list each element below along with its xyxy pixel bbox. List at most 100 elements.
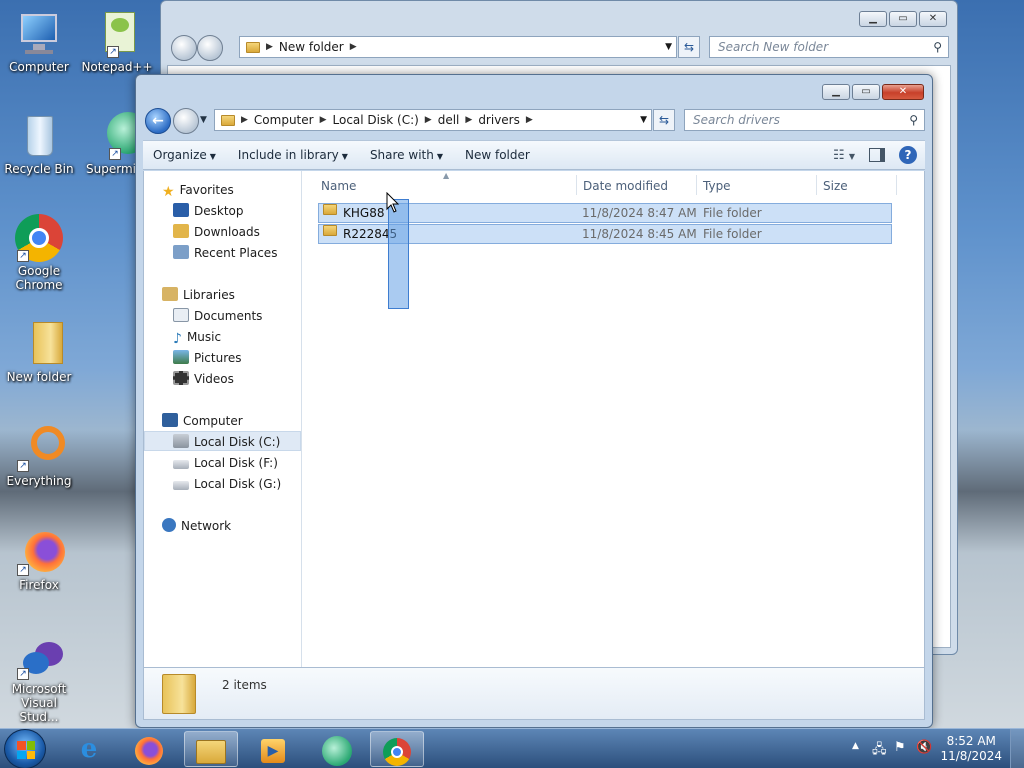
desktop-icon-new-folder[interactable]: New folder bbox=[0, 320, 78, 384]
network-tray-icon[interactable]: 🖧 bbox=[872, 740, 887, 762]
maximize-button[interactable]: ▭ bbox=[852, 84, 880, 100]
downloads-icon bbox=[173, 224, 189, 238]
help-icon[interactable]: ? bbox=[899, 146, 917, 164]
explorer-body: ★ Favorites Desktop Downloads Recent Plac… bbox=[143, 171, 925, 667]
taskbar-media-player[interactable]: ▶ bbox=[246, 731, 300, 767]
organize-button[interactable]: Organize ▼ bbox=[143, 148, 224, 162]
column-separator[interactable] bbox=[896, 175, 897, 195]
clock-time: 8:52 AM bbox=[946, 734, 996, 748]
taskbar-internet-explorer[interactable]: e bbox=[62, 731, 116, 767]
desktop-icon-computer[interactable]: Computer bbox=[0, 10, 78, 74]
breadcrumb-computer[interactable]: Computer bbox=[254, 113, 314, 127]
back-button[interactable]: ← bbox=[145, 108, 171, 134]
desktop-icon-visual-studio[interactable]: ↗ Microsoft Visual Stud... bbox=[0, 640, 78, 724]
column-separator[interactable] bbox=[816, 175, 817, 195]
search-icon: ⚲ bbox=[933, 40, 942, 54]
column-separator[interactable] bbox=[576, 175, 577, 195]
taskbar-supermium[interactable] bbox=[310, 731, 364, 767]
close-button[interactable]: ✕ bbox=[919, 11, 947, 27]
desktop-icon-label: Google Chrome bbox=[15, 264, 63, 292]
column-header-type[interactable]: Type bbox=[703, 179, 731, 193]
search-input[interactable]: Search drivers ⚲ bbox=[684, 109, 925, 131]
back-button[interactable] bbox=[171, 35, 197, 61]
chevron-right-icon: ▶ bbox=[424, 115, 432, 125]
column-header-name[interactable]: Name bbox=[321, 179, 356, 193]
chevron-down-icon[interactable]: ▼ bbox=[640, 115, 647, 125]
address-bar[interactable]: ▶ Computer ▶ Local Disk (C:) ▶ dell ▶ dr… bbox=[214, 109, 652, 131]
recent-pages-dropdown[interactable]: ▼ bbox=[200, 115, 207, 125]
windows-explorer-icon bbox=[196, 739, 226, 764]
show-desktop-button[interactable] bbox=[1010, 729, 1024, 768]
network-icon bbox=[162, 518, 176, 532]
column-header-size[interactable]: Size bbox=[823, 179, 848, 193]
clock[interactable]: 8:52 AM 11/8/2024 bbox=[940, 734, 1002, 764]
file-date: 11/8/2024 8:45 AM bbox=[582, 227, 697, 241]
breadcrumb-dell[interactable]: dell bbox=[438, 113, 460, 127]
chevron-down-icon: ▼ bbox=[209, 152, 216, 161]
libraries-icon bbox=[162, 287, 178, 301]
chevron-down-icon[interactable]: ▼ bbox=[665, 42, 672, 52]
breadcrumb-local-disk-c[interactable]: Local Disk (C:) bbox=[333, 113, 419, 127]
firefox-icon bbox=[135, 736, 163, 765]
address-bar[interactable]: ▶ New folder ▶ ▼ bbox=[239, 36, 677, 58]
column-separator[interactable] bbox=[696, 175, 697, 195]
pictures-icon bbox=[173, 350, 189, 364]
command-bar: Organize ▼ Include in library ▼ Share with… bbox=[143, 140, 925, 170]
breadcrumb-drivers[interactable]: drivers bbox=[478, 113, 520, 127]
action-center-flag-icon[interactable]: ⚑ bbox=[894, 740, 906, 755]
forward-button[interactable] bbox=[173, 108, 199, 134]
new-folder-button[interactable]: New folder bbox=[455, 148, 538, 162]
include-in-library-button[interactable]: Include in library ▼ bbox=[228, 148, 356, 162]
taskbar-windows-explorer[interactable] bbox=[184, 731, 238, 767]
chevron-right-icon: ▶ bbox=[349, 42, 357, 52]
column-header-date-modified[interactable]: Date modified bbox=[583, 179, 668, 193]
nav-favorites[interactable]: ★ Favorites bbox=[162, 180, 319, 200]
nav-network[interactable]: Network bbox=[162, 516, 319, 536]
share-with-button[interactable]: Share with ▼ bbox=[360, 148, 451, 162]
maximize-button[interactable]: ▭ bbox=[889, 11, 917, 27]
desktop-icon-recycle-bin[interactable]: Recycle Bin bbox=[0, 112, 78, 176]
desktop-icon-notepad-plus-plus[interactable]: ↗ Notepad++ bbox=[78, 10, 156, 74]
volume-muted-icon[interactable]: 🔇 bbox=[916, 740, 932, 755]
taskbar-firefox[interactable] bbox=[122, 731, 176, 767]
documents-icon bbox=[173, 308, 189, 322]
navigation-pane[interactable]: ★ Favorites Desktop Downloads Recent Plac… bbox=[144, 171, 302, 667]
chevron-right-icon: ▶ bbox=[525, 115, 533, 125]
drive-icon bbox=[173, 481, 189, 490]
clock-date: 11/8/2024 bbox=[940, 749, 1002, 763]
nav-libraries[interactable]: Libraries bbox=[162, 285, 319, 305]
start-button[interactable] bbox=[4, 729, 46, 768]
desktop-icon-firefox[interactable]: ↗ Firefox bbox=[0, 528, 78, 592]
media-player-icon: ▶ bbox=[261, 738, 285, 763]
desktop-icon-google-chrome[interactable]: ↗ Google Chrome bbox=[0, 214, 78, 292]
mouse-pointer-icon bbox=[386, 192, 400, 213]
forward-button[interactable] bbox=[197, 35, 223, 61]
sort-arrow-icon: ▲ bbox=[443, 171, 450, 180]
firefox-icon: ↗ bbox=[15, 528, 65, 576]
file-list-pane[interactable]: Name ▲ Date modified Type Size KHG88 11/… bbox=[303, 171, 924, 667]
desktop-icon-label: Notepad++ bbox=[81, 60, 153, 74]
preview-pane-button[interactable] bbox=[869, 148, 885, 162]
chrome-icon bbox=[383, 737, 411, 766]
search-input[interactable]: Search New folder ⚲ bbox=[709, 36, 949, 58]
folder-icon bbox=[221, 114, 235, 126]
explorer-window-drivers[interactable]: ▁ ▭ ✕ ← ▼ ▶ Computer ▶ Local Disk (C:) ▶… bbox=[135, 74, 933, 728]
file-date: 11/8/2024 8:47 AM bbox=[582, 206, 697, 220]
nav-computer[interactable]: Computer bbox=[162, 411, 319, 431]
recent-places-icon bbox=[173, 245, 189, 259]
close-button[interactable]: ✕ bbox=[882, 84, 924, 100]
file-type: File folder bbox=[703, 206, 762, 220]
breadcrumb-item[interactable]: New folder bbox=[279, 40, 344, 54]
desktop-icon-label: New folder bbox=[6, 370, 72, 384]
taskbar-chrome[interactable] bbox=[370, 731, 424, 767]
minimize-button[interactable]: ▁ bbox=[822, 84, 850, 100]
refresh-button[interactable]: ⇆ bbox=[653, 109, 675, 131]
nav-local-disk-c[interactable]: Local Disk (C:) bbox=[144, 431, 301, 451]
show-hidden-icons-button[interactable]: ▲ bbox=[852, 741, 859, 751]
desktop-icon-everything[interactable]: ↗ Everything bbox=[0, 424, 78, 488]
change-view-button[interactable]: ☷ ▼ bbox=[833, 148, 855, 163]
computer-icon bbox=[162, 413, 178, 427]
refresh-button[interactable]: ⇆ bbox=[678, 36, 700, 58]
desktop-icon bbox=[173, 203, 189, 217]
minimize-button[interactable]: ▁ bbox=[859, 11, 887, 27]
